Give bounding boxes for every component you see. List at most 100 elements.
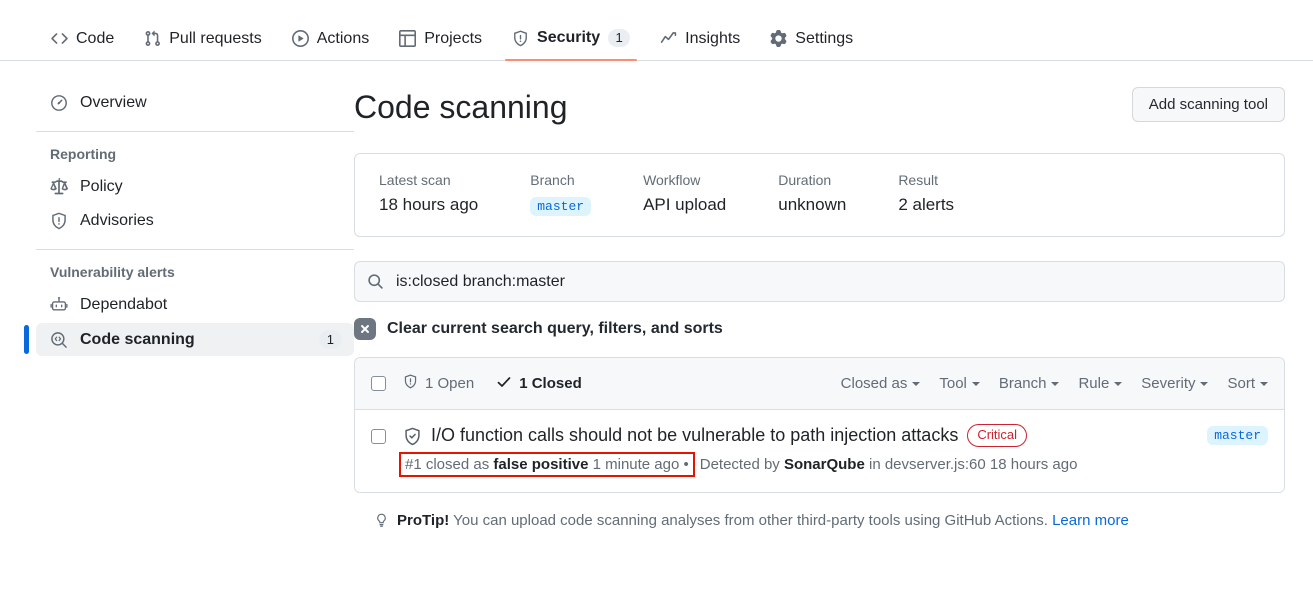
filter-label: Rule xyxy=(1078,375,1109,392)
alert-dropdown-filters: Closed as Tool Branch Rule Severity Sort xyxy=(841,375,1268,392)
protip-text: You can upload code scanning analyses fr… xyxy=(449,512,1052,529)
scan-field-value: unknown xyxy=(778,195,846,215)
filter-rule[interactable]: Rule xyxy=(1078,375,1122,392)
filter-sort[interactable]: Sort xyxy=(1227,375,1268,392)
alert-search-box[interactable] xyxy=(354,261,1285,302)
alert-content: I/O function calls should not be vulnera… xyxy=(403,424,1195,477)
chevron-down-icon xyxy=(1051,382,1059,386)
nav-item-label: Actions xyxy=(317,31,369,47)
nav-item-label: Insights xyxy=(685,31,740,47)
scan-field-value: 2 alerts xyxy=(898,195,954,215)
code-scan-icon xyxy=(50,331,68,349)
repo-navigation: Code Pull requests Actions Projects Secu… xyxy=(0,0,1313,61)
sidebar-item-dependabot[interactable]: Dependabot xyxy=(36,289,354,321)
scan-field-label: Latest scan xyxy=(379,172,478,188)
filter-closed-label: 1 Closed xyxy=(519,375,582,392)
alert-state-filters: 1 Open 1 Closed xyxy=(403,374,582,394)
alert-closed-reason: false positive xyxy=(493,456,588,473)
filter-open-label: 1 Open xyxy=(425,375,474,392)
filter-closed-alerts[interactable]: 1 Closed xyxy=(496,374,582,394)
protip-learn-more-link[interactable]: Learn more xyxy=(1052,512,1129,529)
alert-metadata: #1 closed as false positive 1 minute ago… xyxy=(403,452,1195,477)
scan-field-result: Result 2 alerts xyxy=(898,172,954,216)
scan-field-label: Workflow xyxy=(643,172,726,188)
page-body: Overview Reporting Policy Advisories Vul… xyxy=(0,61,1313,529)
search-input[interactable] xyxy=(394,272,1272,292)
filter-label: Closed as xyxy=(841,375,908,392)
branch-pill[interactable]: master xyxy=(530,197,591,216)
alert-detection-info: Detected by SonarQube in devserver.js:60… xyxy=(700,456,1078,473)
git-pull-request-icon xyxy=(144,30,161,47)
sidebar-heading-reporting: Reporting xyxy=(36,146,354,162)
filter-label: Branch xyxy=(999,375,1047,392)
nav-item-insights[interactable]: Insights xyxy=(649,30,751,60)
sidebar-item-label: Overview xyxy=(80,94,147,112)
sidebar-item-policy[interactable]: Policy xyxy=(36,171,354,203)
alert-title-link[interactable]: I/O function calls should not be vulnera… xyxy=(431,425,958,446)
main-header: Code scanning Add scanning tool xyxy=(354,87,1285,127)
alert-title-row: I/O function calls should not be vulnera… xyxy=(403,424,1195,447)
play-icon xyxy=(292,30,309,47)
nav-item-settings[interactable]: Settings xyxy=(759,30,864,60)
sidebar-item-overview[interactable]: Overview xyxy=(36,87,354,119)
protip-label: ProTip! You can upload code scanning ana… xyxy=(397,512,1129,529)
alert-closed-prefix: #1 closed as xyxy=(405,456,493,473)
nav-item-actions[interactable]: Actions xyxy=(281,30,380,60)
nav-item-security[interactable]: Security 1 xyxy=(501,29,641,60)
sidebar-item-label: Dependabot xyxy=(80,296,167,314)
sidebar-code-scanning-counter: 1 xyxy=(319,330,342,349)
sidebar-item-code-scanning[interactable]: Code scanning 1 xyxy=(36,323,354,356)
main-content: Code scanning Add scanning tool Latest s… xyxy=(354,87,1289,529)
gear-icon xyxy=(770,30,787,47)
filter-branch[interactable]: Branch xyxy=(999,375,1060,392)
add-scanning-tool-button[interactable]: Add scanning tool xyxy=(1132,87,1285,122)
nav-security-counter: 1 xyxy=(608,29,630,47)
chevron-down-icon xyxy=(1200,382,1208,386)
shield-exclamation-icon xyxy=(403,374,418,393)
x-circle-icon[interactable] xyxy=(354,318,376,340)
scan-field-label: Branch xyxy=(530,172,591,188)
nav-item-label: Pull requests xyxy=(169,31,262,47)
alert-closed-state-highlight: #1 closed as false positive 1 minute ago… xyxy=(399,452,695,477)
filter-label: Severity xyxy=(1141,375,1195,392)
scan-field-workflow: Workflow API upload xyxy=(643,172,726,216)
alerts-list: 1 Open 1 Closed Closed as Tool Branch Ru… xyxy=(354,357,1285,493)
check-icon xyxy=(496,374,512,394)
sidebar-divider-2 xyxy=(36,249,354,250)
filter-label: Tool xyxy=(939,375,967,392)
filter-tool[interactable]: Tool xyxy=(939,375,980,392)
nav-item-label: Code xyxy=(76,31,114,47)
clear-search-label: Clear current search query, filters, and… xyxy=(387,320,723,338)
scan-field-label: Result xyxy=(898,172,954,188)
scan-field-duration: Duration unknown xyxy=(778,172,846,216)
alert-branch-pill[interactable]: master xyxy=(1207,426,1268,445)
meter-icon xyxy=(50,94,68,112)
detection-location: in devserver.js:60 18 hours ago xyxy=(865,456,1078,473)
shield-exclamation-icon xyxy=(50,212,68,230)
table-row[interactable]: I/O function calls should not be vulnera… xyxy=(355,410,1284,492)
scan-field-value: API upload xyxy=(643,195,726,215)
sidebar-item-label: Policy xyxy=(80,178,123,196)
detection-tool-name: SonarQube xyxy=(784,456,865,473)
nav-item-projects[interactable]: Projects xyxy=(388,30,493,60)
sidebar-item-advisories[interactable]: Advisories xyxy=(36,205,354,237)
nav-item-code[interactable]: Code xyxy=(40,30,125,60)
filter-open-alerts[interactable]: 1 Open xyxy=(403,374,474,393)
scan-field-latest-scan: Latest scan 18 hours ago xyxy=(379,172,478,216)
law-icon xyxy=(50,178,68,196)
sidebar-item-label: Advisories xyxy=(80,212,154,230)
severity-badge: Critical xyxy=(967,424,1027,447)
alerts-list-header: 1 Open 1 Closed Closed as Tool Branch Ru… xyxy=(355,358,1284,410)
scan-field-branch: Branch master xyxy=(530,172,591,216)
sidebar-divider-1 xyxy=(36,131,354,132)
scan-field-label: Duration xyxy=(778,172,846,188)
alert-row-checkbox[interactable] xyxy=(371,429,386,444)
clear-search-row[interactable]: Clear current search query, filters, and… xyxy=(354,318,1285,340)
select-all-checkbox[interactable] xyxy=(371,376,386,391)
table-icon xyxy=(399,30,416,47)
chevron-down-icon xyxy=(912,382,920,386)
code-icon xyxy=(51,30,68,47)
filter-severity[interactable]: Severity xyxy=(1141,375,1208,392)
filter-closed-as[interactable]: Closed as xyxy=(841,375,921,392)
nav-item-pull-requests[interactable]: Pull requests xyxy=(133,30,273,60)
